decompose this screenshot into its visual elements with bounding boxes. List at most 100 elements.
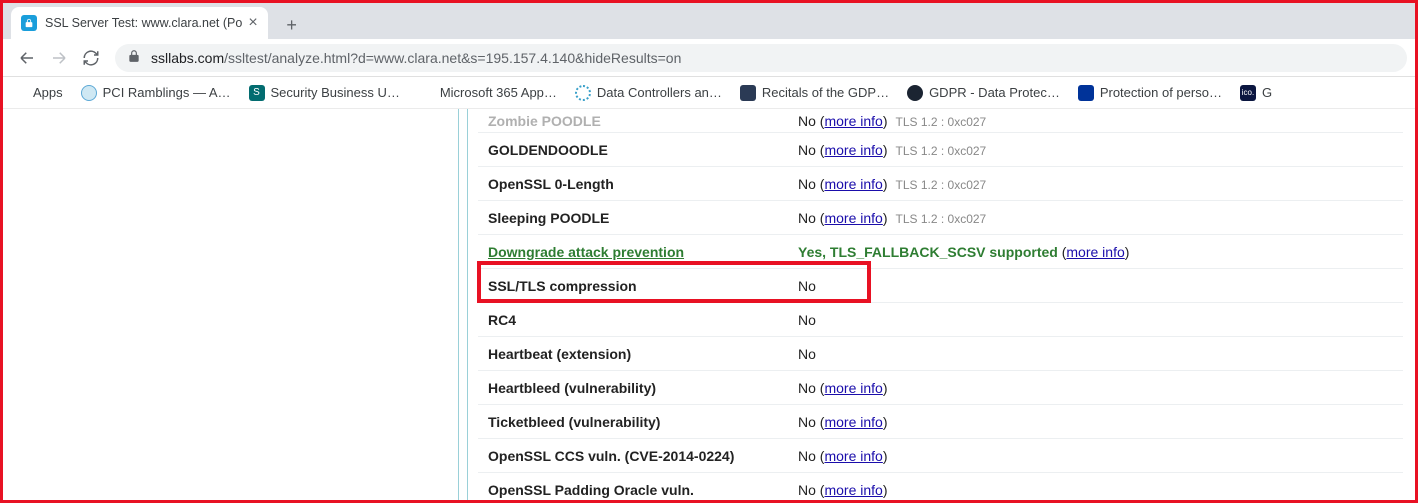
more-info-link[interactable]: more info xyxy=(1066,244,1124,260)
row-label: OpenSSL 0-Length xyxy=(478,176,798,192)
more-info-link[interactable]: more info xyxy=(824,482,882,498)
bookmark-item[interactable]: ico. G xyxy=(1240,85,1272,101)
favicon-icon xyxy=(740,85,756,101)
close-tab-icon[interactable]: × xyxy=(248,15,257,31)
bookmark-label: PCI Ramblings — A… xyxy=(103,85,231,100)
result-row: OpenSSL 0-LengthNo (more info)TLS 1.2 : … xyxy=(478,167,1403,201)
eu-flag-icon xyxy=(1078,85,1094,101)
bookmark-label: Security Business U… xyxy=(271,85,400,100)
panel-border xyxy=(458,109,459,500)
lock-icon xyxy=(127,49,141,66)
back-button[interactable] xyxy=(13,44,41,72)
bookmark-item[interactable]: Recitals of the GDP… xyxy=(740,85,889,101)
more-info-link[interactable]: more info xyxy=(824,448,882,464)
arrow-left-icon xyxy=(18,49,36,67)
bookmark-label: Data Controllers an… xyxy=(597,85,722,100)
result-row: Ticketbleed (vulnerability)No (more info… xyxy=(478,405,1403,439)
toolbar: ssllabs.com/ssltest/analyze.html?d=www.c… xyxy=(3,39,1415,77)
ico-icon: ico. xyxy=(1240,85,1256,101)
apps-icon xyxy=(11,85,27,101)
row-label: OpenSSL Padding Oracle vuln. xyxy=(478,482,798,498)
row-value: No (more info)TLS 1.2 : 0xc027 xyxy=(798,142,1403,158)
pci-icon xyxy=(81,85,97,101)
sharepoint-icon: S xyxy=(249,85,265,101)
bookmark-label: Microsoft 365 App… xyxy=(440,85,557,100)
tab-strip: SSL Server Test: www.clara.net (Po × + xyxy=(3,3,1415,39)
result-row: Sleeping POODLENo (more info)TLS 1.2 : 0… xyxy=(478,201,1403,235)
row-value: No (more info)TLS 1.2 : 0xc027 xyxy=(798,176,1403,192)
bookmark-item[interactable]: PCI Ramblings — A… xyxy=(81,85,231,101)
url-host: ssllabs.com xyxy=(151,50,224,66)
row-meta: TLS 1.2 : 0xc027 xyxy=(896,144,987,158)
result-row: Zombie POODLENo (more info)TLS 1.2 : 0xc… xyxy=(478,109,1403,133)
row-meta: TLS 1.2 : 0xc027 xyxy=(896,212,987,226)
bookmarks-bar: Apps PCI Ramblings — A… S Security Business… xyxy=(3,77,1415,109)
bookmark-item[interactable]: Protection of perso… xyxy=(1078,85,1222,101)
result-row: Downgrade attack preventionYes, TLS_FALL… xyxy=(478,235,1403,269)
row-value: No xyxy=(798,312,1403,328)
row-meta: TLS 1.2 : 0xc027 xyxy=(896,178,987,192)
row-label: Sleeping POODLE xyxy=(478,210,798,226)
row-label: Heartbeat (extension) xyxy=(478,346,798,362)
reload-button[interactable] xyxy=(77,44,105,72)
row-value: No (more info)TLS 1.2 : 0xc027 xyxy=(798,113,1403,129)
row-value: No (more info) xyxy=(798,482,1403,498)
row-value: No (more info) xyxy=(798,380,1403,396)
more-info-link[interactable]: more info xyxy=(824,380,882,396)
address-bar[interactable]: ssllabs.com/ssltest/analyze.html?d=www.c… xyxy=(115,44,1407,72)
more-info-link[interactable]: more info xyxy=(824,113,882,129)
row-label: OpenSSL CCS vuln. (CVE-2014-0224) xyxy=(478,448,798,464)
browser-window: SSL Server Test: www.clara.net (Po × + s… xyxy=(0,0,1418,503)
more-info-link[interactable]: more info xyxy=(824,414,882,430)
result-row: SSL/TLS compressionNo xyxy=(478,269,1403,303)
bookmark-item[interactable]: S Security Business U… xyxy=(249,85,400,101)
row-label: RC4 xyxy=(478,312,798,328)
new-tab-button[interactable]: + xyxy=(278,11,306,39)
bookmark-item[interactable]: Microsoft 365 App… xyxy=(418,85,557,101)
row-value: No (more info) xyxy=(798,448,1403,464)
row-label: Heartbleed (vulnerability) xyxy=(478,380,798,396)
row-value: No xyxy=(798,346,1403,362)
tab-title: SSL Server Test: www.clara.net (Po xyxy=(45,16,242,30)
row-value: No (more info) xyxy=(798,414,1403,430)
url-text: ssllabs.com/ssltest/analyze.html?d=www.c… xyxy=(151,50,681,66)
result-row: OpenSSL Padding Oracle vuln.No (more inf… xyxy=(478,473,1403,503)
results-table: Zombie POODLENo (more info)TLS 1.2 : 0xc… xyxy=(478,109,1403,503)
bookmark-item[interactable]: Data Controllers an… xyxy=(575,85,722,101)
bookmark-label: GDPR - Data Protec… xyxy=(929,85,1060,100)
result-row: Heartbleed (vulnerability)No (more info) xyxy=(478,371,1403,405)
row-label: Downgrade attack prevention xyxy=(478,244,798,260)
result-row: OpenSSL CCS vuln. (CVE-2014-0224)No (mor… xyxy=(478,439,1403,473)
bookmark-label: Protection of perso… xyxy=(1100,85,1222,100)
page-content: Zombie POODLENo (more info)TLS 1.2 : 0xc… xyxy=(3,109,1415,500)
result-row: GOLDENDOODLENo (more info)TLS 1.2 : 0xc0… xyxy=(478,133,1403,167)
row-value: No (more info)TLS 1.2 : 0xc027 xyxy=(798,210,1403,226)
reload-icon xyxy=(82,49,100,67)
url-path: /ssltest/analyze.html?d=www.clara.net&s=… xyxy=(224,50,681,66)
microsoft-icon xyxy=(418,85,434,101)
bookmark-item[interactable]: Apps xyxy=(11,85,63,101)
result-row: Heartbeat (extension)No xyxy=(478,337,1403,371)
result-row: RC4No xyxy=(478,303,1403,337)
panel-border xyxy=(467,109,468,500)
bookmark-label: Apps xyxy=(33,85,63,100)
row-label: GOLDENDOODLE xyxy=(478,142,798,158)
row-label: Ticketbleed (vulnerability) xyxy=(478,414,798,430)
row-label: SSL/TLS compression xyxy=(478,278,798,294)
bookmark-label: Recitals of the GDP… xyxy=(762,85,889,100)
arrow-right-icon xyxy=(50,49,68,67)
more-info-link[interactable]: more info xyxy=(824,176,882,192)
bookmark-label: G xyxy=(1262,85,1272,100)
row-meta: TLS 1.2 : 0xc027 xyxy=(896,115,987,129)
lock-favicon-icon xyxy=(21,15,37,31)
browser-tab[interactable]: SSL Server Test: www.clara.net (Po × xyxy=(11,7,268,39)
more-info-link[interactable]: more info xyxy=(824,210,882,226)
bookmark-item[interactable]: GDPR - Data Protec… xyxy=(907,85,1060,101)
favicon-icon xyxy=(907,85,923,101)
forward-button[interactable] xyxy=(45,44,73,72)
row-label: Zombie POODLE xyxy=(478,113,798,129)
favicon-icon xyxy=(575,85,591,101)
row-value: No xyxy=(798,278,1403,294)
more-info-link[interactable]: more info xyxy=(824,142,882,158)
row-value: Yes, TLS_FALLBACK_SCSV supported (more i… xyxy=(798,244,1403,260)
